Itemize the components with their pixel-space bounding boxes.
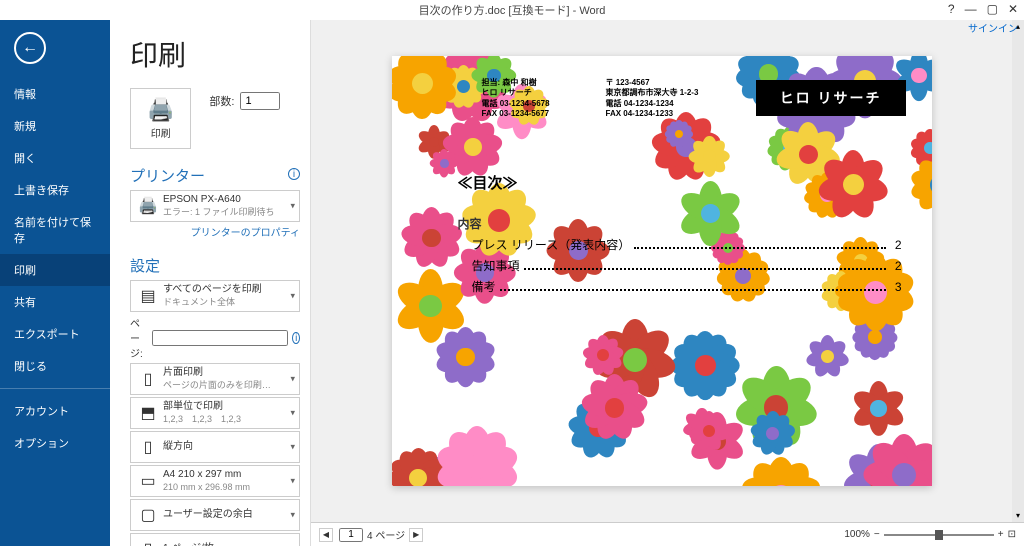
printer-icon: 🖨️ bbox=[147, 97, 174, 123]
sidebar-item-0[interactable]: 情報 bbox=[0, 78, 110, 110]
print-range-selector[interactable]: ▤ すべてのページを印刷 ドキュメント全体 ▾ bbox=[130, 280, 300, 312]
total-pages-label: 4 ページ bbox=[367, 527, 405, 542]
chevron-down-icon: ▾ bbox=[290, 408, 295, 419]
toc-subtitle: 内容 bbox=[458, 215, 902, 232]
page-icon: ▯ bbox=[137, 369, 159, 389]
sidebar-item-1[interactable]: 新規 bbox=[0, 110, 110, 142]
preview-page: 担当: 森中 和樹ヒロ リサーチ電話 03-1234-5678FAX 03-12… bbox=[392, 56, 932, 486]
chevron-down-icon: ▾ bbox=[290, 476, 295, 487]
chevron-down-icon: ▾ bbox=[290, 442, 295, 453]
paper-size-selector[interactable]: ▭ A4 210 x 297 mm210 mm x 296.98 mm ▾ bbox=[130, 465, 300, 497]
printer-selector[interactable]: 🖨️ EPSON PX-A640 エラー: 1 ファイル印刷待ち ▾ bbox=[130, 190, 300, 222]
printer-status: エラー: 1 ファイル印刷待ち bbox=[163, 207, 293, 218]
print-button-label: 印刷 bbox=[151, 125, 171, 140]
orientation-selector[interactable]: ▯ 縦方向 ▾ bbox=[130, 431, 300, 463]
toc-line: 備考3 bbox=[472, 278, 902, 295]
chevron-down-icon[interactable]: ▾ bbox=[1016, 511, 1020, 520]
print-button[interactable]: 🖨️ 印刷 bbox=[130, 88, 191, 149]
printer-properties-link[interactable]: プリンターのプロパティ bbox=[130, 224, 300, 239]
toc-line: プレス リリース（発表内容）2 bbox=[472, 236, 902, 253]
copies-label: 部数: bbox=[209, 93, 234, 109]
margins-selector[interactable]: ▢ ユーザー設定の余白 ▾ bbox=[130, 499, 300, 531]
sidebar-item-7[interactable]: エクスポート bbox=[0, 318, 110, 350]
minimize-icon[interactable]: — bbox=[965, 2, 977, 16]
doc-header-col2: 〒 123-4567東京都調布市深大寺 1-2-3電話 04-1234-1234… bbox=[606, 78, 699, 120]
paper-icon: ▭ bbox=[137, 471, 159, 491]
page-title: 印刷 bbox=[130, 34, 300, 74]
help-icon[interactable]: ? bbox=[948, 2, 955, 16]
zoom-in-button[interactable]: + bbox=[998, 529, 1004, 540]
margins-icon: ▢ bbox=[137, 505, 159, 525]
collate-selector[interactable]: ⬒ 部単位で印刷1,2,3 1,2,3 1,2,3 ▾ bbox=[130, 397, 300, 429]
vertical-scrollbar[interactable]: ▴ ▾ bbox=[1012, 20, 1024, 522]
pages-icon: ▤ bbox=[137, 286, 159, 306]
pages-label: ページ: bbox=[130, 315, 148, 360]
next-page-button[interactable]: ▶ bbox=[409, 528, 423, 542]
doc-header-col1: 担当: 森中 和樹ヒロ リサーチ電話 03-1234-5678FAX 03-12… bbox=[482, 78, 550, 120]
backstage-sidebar: ← 情報新規開く上書き保存名前を付けて保存印刷共有エクスポート閉じるアカウントオ… bbox=[0, 20, 110, 546]
chevron-down-icon: ▾ bbox=[290, 201, 295, 212]
print-preview: 担当: 森中 和樹ヒロ リサーチ電話 03-1234-5678FAX 03-12… bbox=[310, 20, 1024, 546]
window-title: 目次の作り方.doc [互換モード] - Word bbox=[419, 2, 606, 18]
restore-icon[interactable]: ▢ bbox=[987, 2, 998, 16]
sidebar-item-5[interactable]: 印刷 bbox=[0, 254, 110, 286]
sides-selector[interactable]: ▯ 片面印刷ページの片面のみを印刷… ▾ bbox=[130, 363, 300, 395]
pages-per-sheet-selector[interactable]: ▯ 1 ページ/枚 ▾ bbox=[130, 533, 300, 546]
back-button[interactable]: ← bbox=[14, 32, 46, 64]
info-icon[interactable]: i bbox=[288, 168, 300, 180]
chevron-down-icon: ▾ bbox=[290, 510, 295, 521]
sidebar-item-10[interactable]: オプション bbox=[0, 427, 110, 459]
toc-title: ≪目次≫ bbox=[458, 172, 902, 193]
print-settings-panel: 印刷 🖨️ 印刷 部数: プリンター i 🖨️ EPSON PX-A640 bbox=[110, 20, 310, 546]
company-label: ヒロ リサーチ bbox=[756, 80, 906, 116]
sidebar-item-3[interactable]: 上書き保存 bbox=[0, 174, 110, 206]
sidebar-item-2[interactable]: 開く bbox=[0, 142, 110, 174]
orientation-icon: ▯ bbox=[137, 437, 159, 457]
printer-name: EPSON PX-A640 bbox=[163, 194, 293, 207]
title-bar: 目次の作り方.doc [互換モード] - Word ? — ▢ ✕ bbox=[0, 0, 1024, 20]
fit-page-icon[interactable]: ⊡ bbox=[1008, 529, 1016, 540]
printer-device-icon: 🖨️ bbox=[137, 196, 159, 216]
zoom-out-button[interactable]: − bbox=[874, 529, 880, 540]
chevron-down-icon: ▾ bbox=[290, 291, 295, 302]
sidebar-item-6[interactable]: 共有 bbox=[0, 286, 110, 318]
toc-line: 告知事項2 bbox=[472, 257, 902, 274]
copies-input[interactable] bbox=[240, 92, 280, 110]
sidebar-item-9[interactable]: アカウント bbox=[0, 395, 110, 427]
info-icon[interactable]: i bbox=[292, 332, 300, 344]
sheet-icon: ▯ bbox=[137, 539, 159, 546]
chevron-down-icon: ▾ bbox=[290, 374, 295, 385]
pages-input[interactable] bbox=[152, 330, 288, 346]
collate-icon: ⬒ bbox=[137, 403, 159, 423]
prev-page-button[interactable]: ◀ bbox=[319, 528, 333, 542]
zoom-level: 100% bbox=[844, 529, 870, 540]
preview-status-bar: ◀ 4 ページ ▶ 100% − + ⊡ bbox=[311, 522, 1024, 546]
close-icon[interactable]: ✕ bbox=[1008, 2, 1018, 16]
sidebar-item-8[interactable]: 閉じる bbox=[0, 350, 110, 382]
sidebar-item-4[interactable]: 名前を付けて保存 bbox=[0, 206, 110, 254]
printer-section-header: プリンター i bbox=[130, 165, 300, 186]
current-page-input[interactable] bbox=[339, 528, 363, 542]
zoom-slider[interactable] bbox=[884, 534, 994, 536]
settings-section-header: 設定 bbox=[130, 255, 300, 276]
